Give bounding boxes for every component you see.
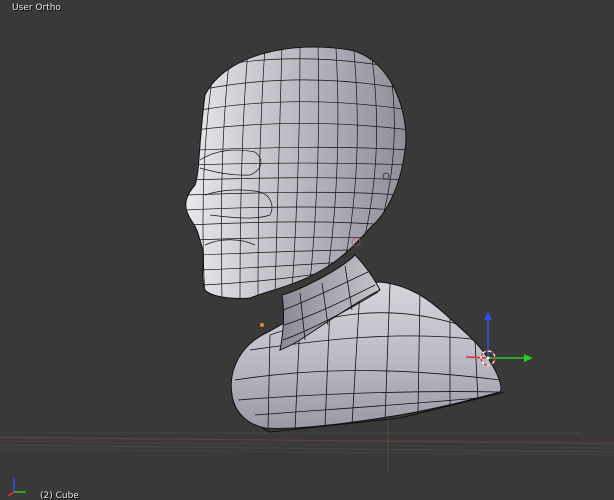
transform-manipulator-icon[interactable] <box>465 311 533 366</box>
gizmo-x-axis[interactable] <box>465 356 489 359</box>
mesh-head[interactable] <box>185 45 410 300</box>
view-axis-widget-icon <box>7 478 26 497</box>
object-info-label: (2) Cube <box>40 491 79 500</box>
object-origin-icon[interactable] <box>260 323 264 327</box>
view-name-label: User Ortho <box>12 3 61 13</box>
mesh-torso[interactable] <box>230 281 506 433</box>
viewport-canvas[interactable] <box>0 0 614 500</box>
3d-viewport[interactable]: User Ortho (2) Cube <box>0 0 614 500</box>
